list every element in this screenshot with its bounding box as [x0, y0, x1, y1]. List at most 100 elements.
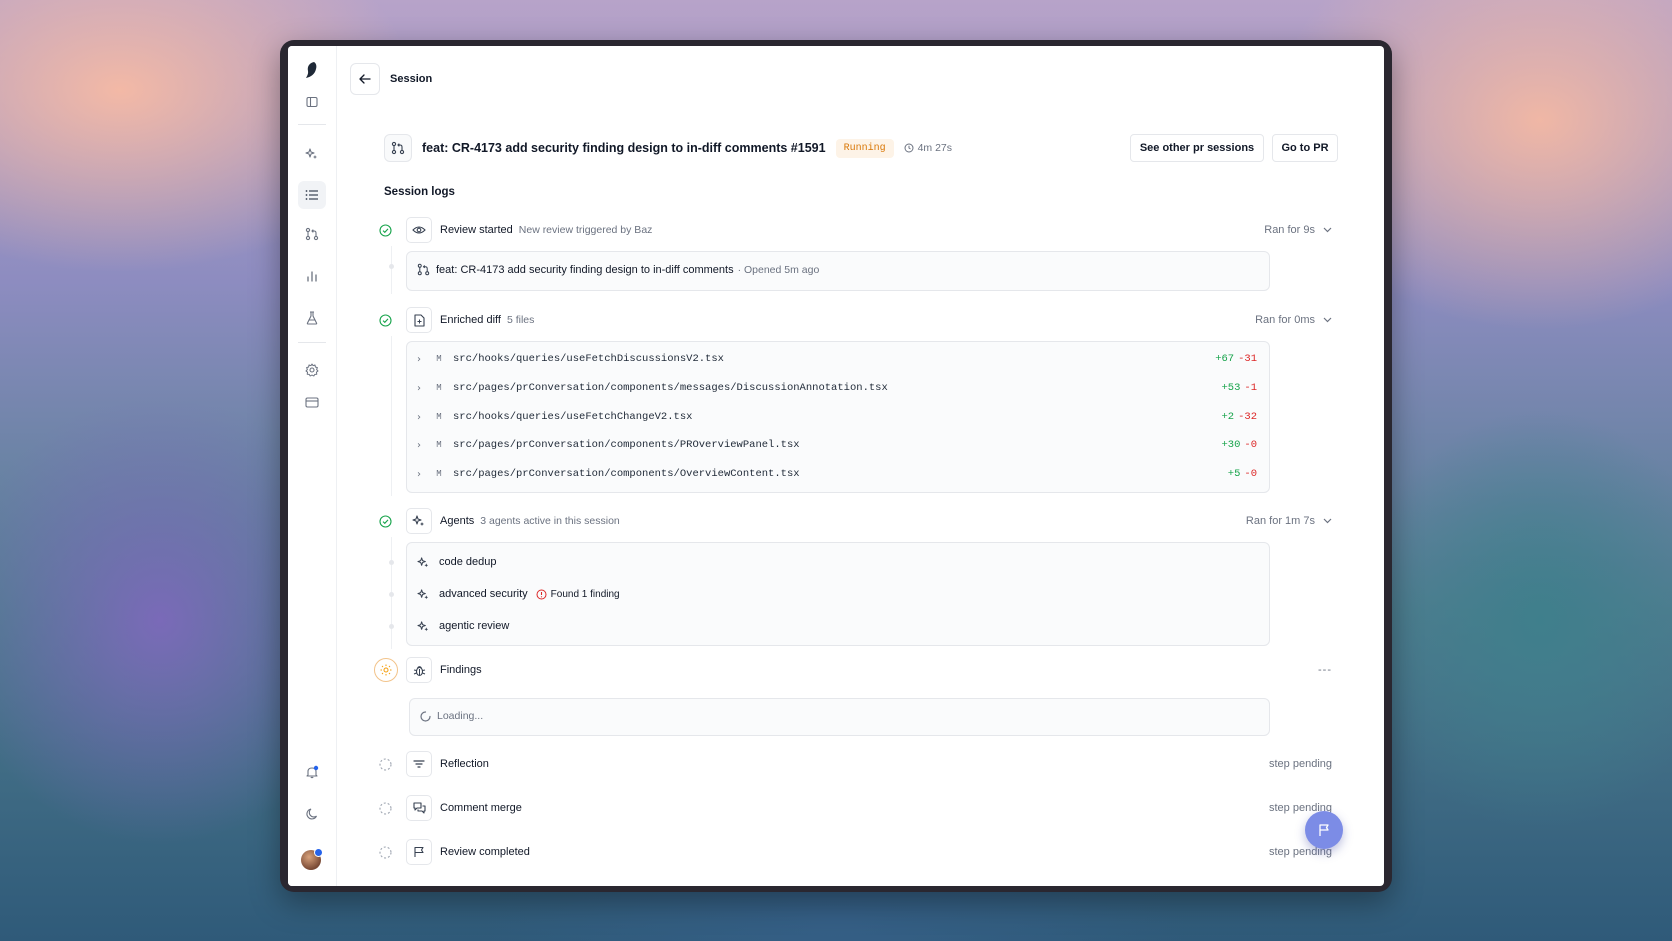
ran-for-text: Ran for 1m 7s [1245, 515, 1315, 527]
step-review-completed[interactable]: Review completed step pending [378, 839, 1332, 865]
ran-for-text: Ran for 9s [1264, 224, 1315, 236]
file-stats: +67 -31 [1215, 353, 1257, 365]
file-status: M [436, 412, 442, 422]
step-enriched-diff[interactable]: Enriched diff 5 files Ran for 0ms [378, 307, 1332, 333]
breadcrumb-session: Session [390, 73, 433, 85]
clock-icon [904, 143, 914, 153]
chevron-right-icon: › [417, 439, 421, 451]
eye-icon [406, 217, 432, 243]
sidebar-item-sessions[interactable] [298, 181, 326, 209]
file-row[interactable]: › M src/pages/prConversation/components/P… [417, 432, 1257, 458]
filter-lines-icon [406, 751, 432, 777]
step-name: Reflection [440, 758, 489, 770]
chevron-right-icon: › [417, 353, 421, 365]
pending-circle-icon [378, 757, 392, 771]
step-reflection[interactable]: Reflection step pending [378, 751, 1332, 777]
pending-circle-icon [378, 801, 392, 815]
agents-panel: code dedup advanced security Found 1 fin… [406, 542, 1270, 646]
agent-item[interactable]: agentic review [417, 614, 509, 638]
file-status: M [436, 440, 442, 450]
step-subtitle: New review triggered by Baz [518, 224, 653, 236]
agent-item[interactable]: code dedup [417, 550, 497, 574]
step-duration[interactable]: Ran for 0ms [1255, 314, 1332, 326]
see-other-sessions-button[interactable]: See other pr sessions [1130, 134, 1264, 162]
file-path: src/hooks/queries/useFetchChangeV2.tsx [453, 411, 693, 423]
step-name: Review started [440, 224, 513, 236]
check-circle-icon [378, 313, 392, 327]
chevron-down-icon [1323, 317, 1332, 323]
sidebar-item-agents[interactable] [300, 142, 324, 166]
spinner-icon [420, 710, 431, 722]
file-path: src/hooks/queries/useFetchDiscussionsV2.… [453, 353, 724, 365]
sidebar-item-lab[interactable] [300, 306, 324, 330]
step-name: Review completed [440, 846, 530, 858]
file-row[interactable]: › M src/hooks/queries/useFetchDiscussions… [417, 346, 1257, 372]
chevron-right-icon: › [417, 468, 421, 480]
loading-sun-icon [374, 658, 398, 682]
finding-text: Found 1 finding [550, 588, 620, 600]
chevron-down-icon [1323, 227, 1332, 233]
pr-header: feat: CR-4173 add security finding desig… [384, 134, 1338, 162]
step-name: Comment merge [440, 802, 522, 814]
step-review-started[interactable]: Review started New review triggered by B… [378, 217, 1332, 243]
sidebar-toggle-icon[interactable] [300, 90, 324, 114]
agent-name: advanced security [439, 588, 528, 600]
logo-icon[interactable] [300, 58, 324, 82]
sidebar-item-analytics[interactable] [300, 264, 324, 288]
file-row[interactable]: › M src/hooks/queries/useFetchChangeV2.ts… [417, 404, 1257, 430]
duration-text: 4m 27s [917, 142, 953, 154]
step-status: --- [1318, 664, 1332, 676]
avatar[interactable] [301, 848, 323, 870]
agent-item[interactable]: advanced security Found 1 finding [417, 582, 620, 606]
sidebar-item-pull-requests[interactable] [300, 222, 324, 246]
app-window: Session feat: CR-4173 add security findi… [288, 46, 1384, 886]
sparkles-icon [417, 588, 433, 601]
dark-mode-moon-icon[interactable] [300, 802, 324, 826]
sparkles-icon [417, 556, 433, 569]
step-comment-merge[interactable]: Comment merge step pending [378, 795, 1332, 821]
messages-icon [406, 795, 432, 821]
file-path: src/pages/prConversation/components/Over… [453, 468, 800, 480]
main-content: Session feat: CR-4173 add security findi… [336, 46, 1384, 886]
billing-card-icon[interactable] [300, 390, 324, 414]
chevron-right-icon: › [417, 411, 421, 423]
file-row[interactable]: › M src/pages/prConversation/components/O… [417, 461, 1257, 487]
step-findings[interactable]: Findings --- [374, 657, 1332, 683]
step-duration[interactable]: Ran for 1m 7s [1246, 515, 1332, 527]
pr-opened-time: · Opened 5m ago [737, 263, 820, 276]
bug-icon [406, 657, 432, 683]
feedback-fab-button[interactable] [1305, 811, 1343, 849]
changed-files-panel: › M src/hooks/queries/useFetchDiscussions… [406, 341, 1270, 493]
notifications-bell-icon[interactable] [300, 760, 324, 784]
step-subtitle: 3 agents active in this session [480, 515, 620, 527]
step-duration[interactable]: Ran for 9s [1264, 224, 1332, 236]
chevron-right-icon: › [417, 382, 421, 394]
file-row[interactable]: › M src/pages/prConversation/components/m… [417, 375, 1257, 401]
finding-badge[interactable]: Found 1 finding [536, 589, 620, 600]
sparkles-icon [406, 508, 432, 534]
file-path: src/pages/prConversation/components/PROv… [453, 439, 800, 451]
back-button[interactable] [350, 63, 380, 95]
pull-request-icon [384, 134, 412, 162]
step-agents[interactable]: Agents 3 agents active in this session R… [378, 508, 1332, 534]
agent-name: agentic review [439, 620, 510, 632]
go-to-pr-button[interactable]: Go to PR [1272, 134, 1338, 162]
file-status: M [436, 354, 442, 364]
pr-link[interactable]: feat: CR-4173 add security finding desig… [436, 264, 734, 276]
step-subtitle: 5 files [506, 314, 535, 326]
flag-icon [1319, 824, 1329, 836]
pr-info-panel: feat: CR-4173 add security finding desig… [406, 251, 1270, 291]
file-diff-icon [406, 307, 432, 333]
step-status: step pending [1269, 758, 1332, 770]
loading-text: Loading... [437, 710, 484, 722]
flag-icon [406, 839, 432, 865]
file-status: M [436, 383, 442, 393]
check-circle-icon [378, 223, 392, 237]
pending-circle-icon [378, 845, 392, 859]
breadcrumb: Session [350, 63, 432, 95]
sidebar [288, 46, 337, 886]
file-status: M [436, 469, 442, 479]
file-stats: +30 -0 [1221, 439, 1257, 451]
settings-gear-icon[interactable] [300, 358, 324, 382]
sparkles-icon [417, 620, 433, 633]
